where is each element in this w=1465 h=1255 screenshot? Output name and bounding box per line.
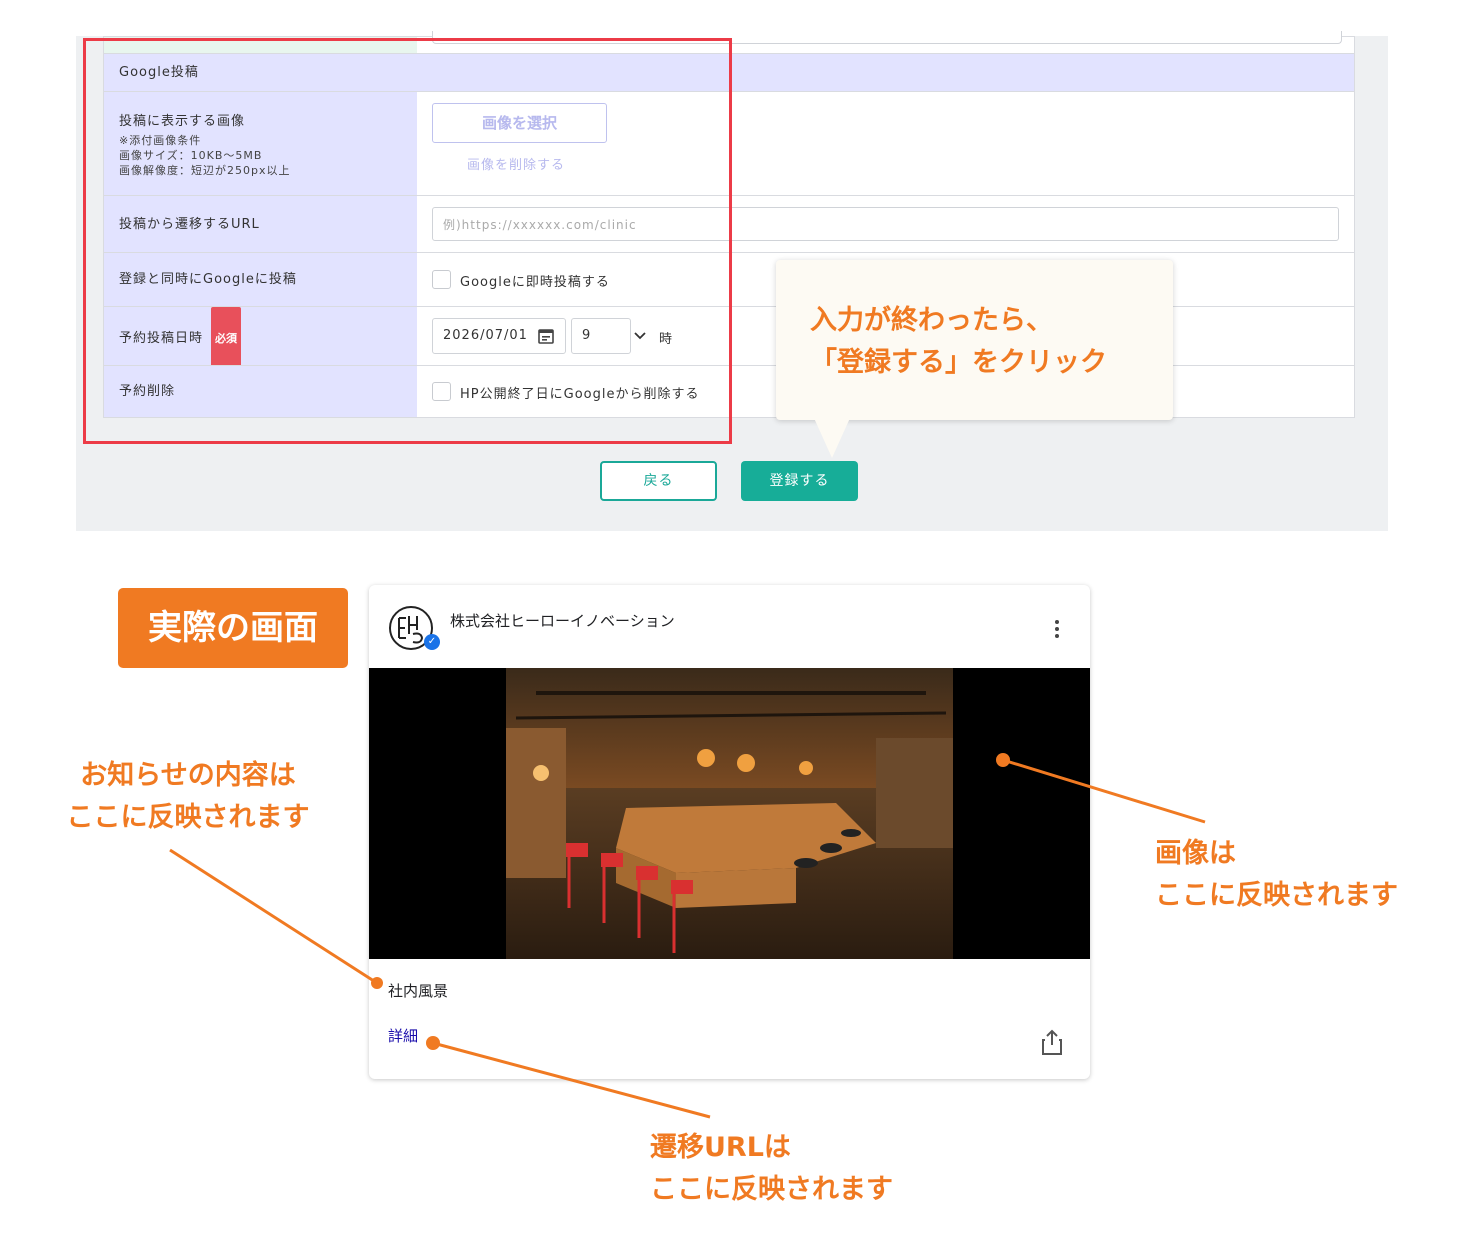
content-annotation-line-1: お知らせの内容は bbox=[80, 760, 296, 791]
url-annotation-line-2: ここに反映されます bbox=[650, 1174, 893, 1205]
real-screen-badge: 実際の画面 bbox=[118, 588, 348, 668]
tooltip-line-1: 入力が終わったら、 bbox=[810, 305, 1053, 336]
register-button[interactable]: 登録する bbox=[741, 461, 858, 501]
share-icon[interactable] bbox=[1040, 1028, 1064, 1056]
image-annotation-line-1: 画像は bbox=[1155, 838, 1236, 869]
post-text: 社内風景 bbox=[388, 982, 449, 1000]
tooltip-text: 入力が終わったら、 「登録する」をクリック bbox=[810, 300, 1170, 384]
content-annotation: お知らせの内容は ここに反映されます bbox=[38, 755, 338, 839]
office-photo bbox=[506, 668, 953, 959]
back-button[interactable]: 戻る bbox=[600, 461, 717, 501]
url-annotation-line-1: 遷移URLは bbox=[650, 1132, 791, 1163]
detail-link[interactable]: 詳細 bbox=[388, 1025, 418, 1046]
content-annotation-line-2: ここに反映されます bbox=[66, 802, 310, 833]
highlight-frame bbox=[83, 38, 732, 444]
url-annotation: 遷移URLは ここに反映されます bbox=[650, 1127, 893, 1211]
tooltip-pointer bbox=[814, 418, 850, 458]
post-image-frame bbox=[369, 668, 1090, 959]
more-options-icon[interactable] bbox=[1053, 619, 1061, 639]
image-annotation: 画像は ここに反映されます bbox=[1155, 833, 1398, 917]
tooltip-line-2: 「登録する」をクリック bbox=[810, 347, 1107, 378]
content-connector-line bbox=[169, 848, 378, 985]
company-name: 株式会社ヒーローイノベーション bbox=[450, 612, 675, 630]
verified-icon: ✓ bbox=[424, 634, 440, 650]
image-annotation-line-2: ここに反映されます bbox=[1155, 880, 1398, 911]
